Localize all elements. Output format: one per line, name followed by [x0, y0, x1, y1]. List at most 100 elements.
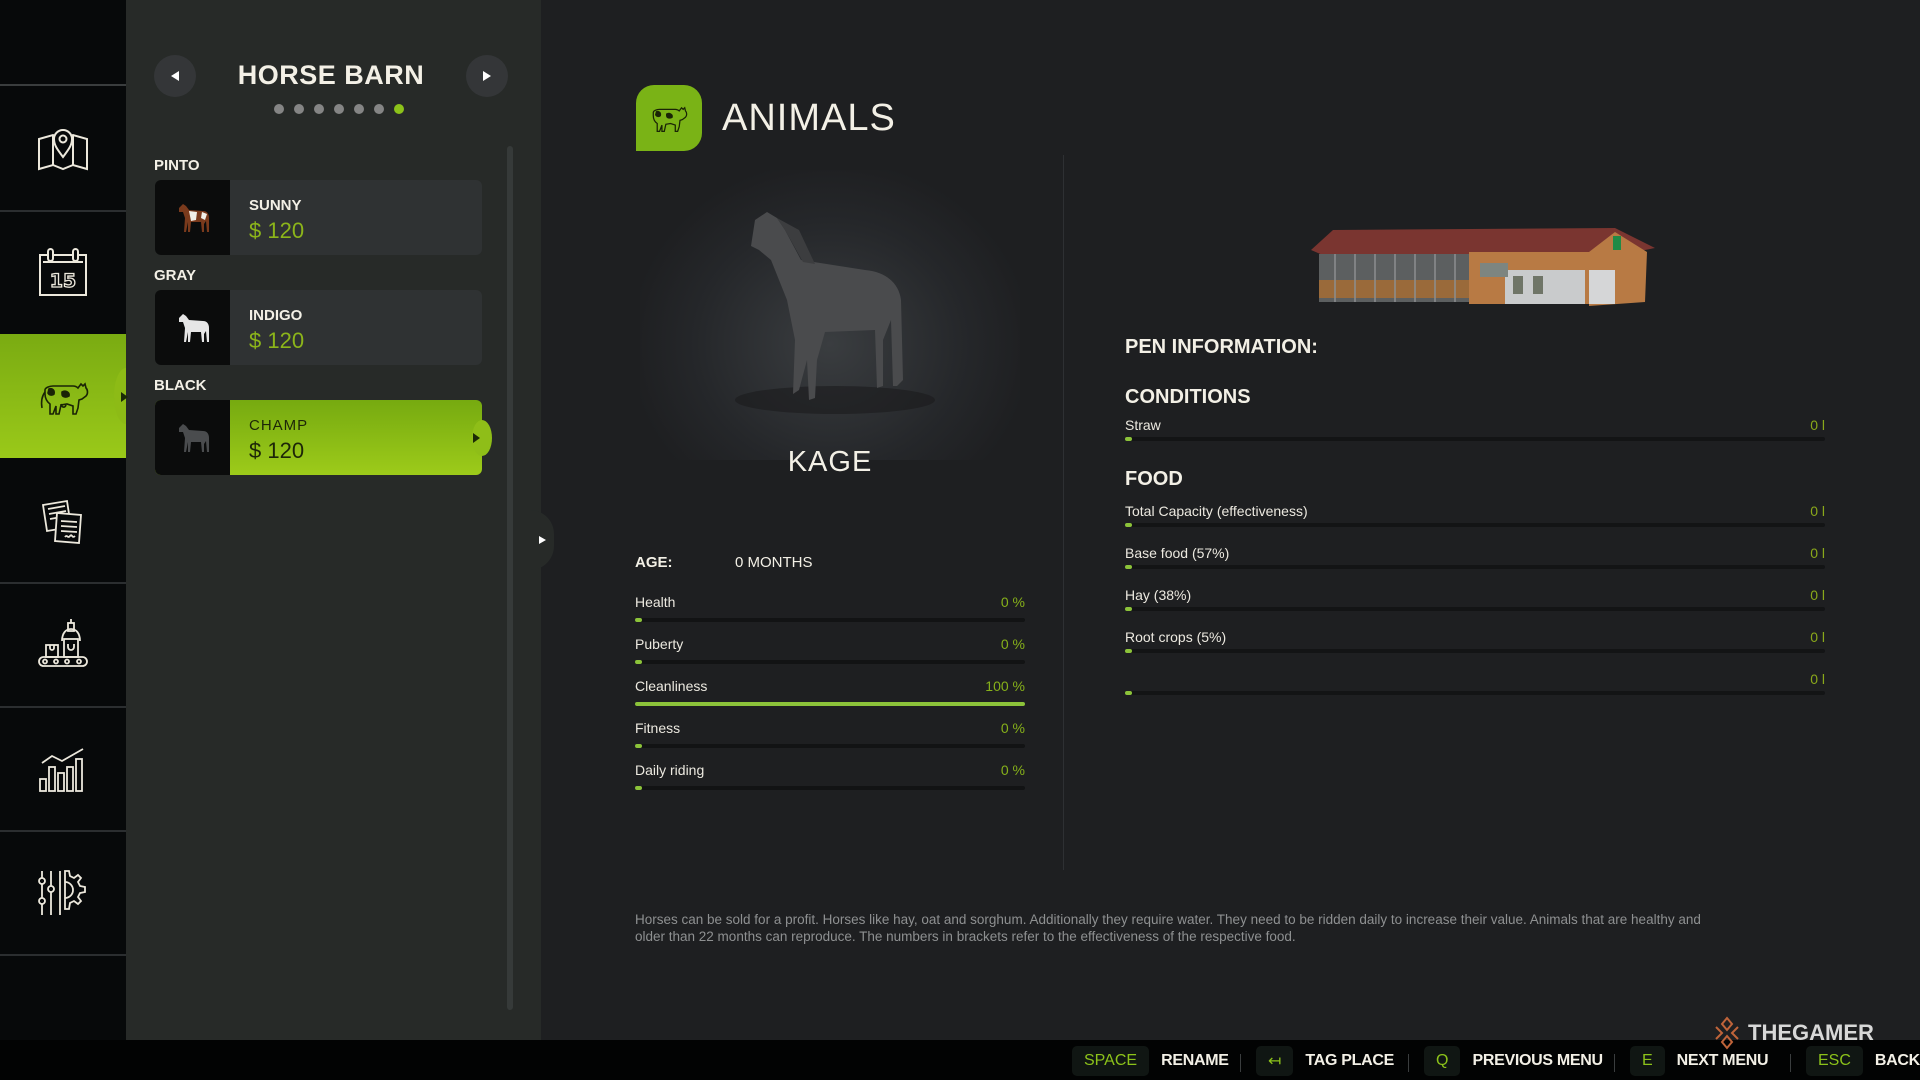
- stat-label: Puberty: [635, 636, 684, 652]
- animal-name: CHAMP: [249, 417, 309, 434]
- animal-price: $ 120: [249, 328, 305, 353]
- nav-item-animals[interactable]: [0, 334, 138, 458]
- nav-item-map[interactable]: [0, 88, 126, 212]
- pen-value: 0 l: [1810, 503, 1825, 519]
- pen-progress-fill: [1125, 523, 1132, 527]
- hint-separator: [1790, 1054, 1791, 1072]
- animal-thumbnail: [155, 290, 230, 365]
- stat-value: 0 %: [1000, 636, 1025, 652]
- stat-value: 0 %: [1000, 762, 1025, 778]
- key-badge[interactable]: Q: [1424, 1046, 1461, 1076]
- stat-row: Puberty 0 %: [635, 636, 1025, 676]
- pen-value: 0 l: [1810, 417, 1825, 433]
- animal-price: $ 120: [249, 218, 305, 243]
- stat-progress-fill: [635, 702, 1025, 706]
- statistics-icon: [39, 748, 84, 792]
- svg-text:15: 15: [50, 270, 76, 292]
- page-dot[interactable]: [353, 104, 364, 114]
- hint-back[interactable]: ESC BACK: [1806, 1046, 1920, 1076]
- animal-card-champ[interactable]: CHAMP $ 120: [155, 400, 492, 475]
- barn-image: [1311, 228, 1655, 306]
- next-barn-button[interactable]: [466, 55, 508, 97]
- pen-information-title: PEN INFORMATION:: [1125, 336, 1318, 358]
- group-label-black: BLACK: [154, 377, 207, 394]
- pen-row: Base food (57%) 0 l: [1125, 545, 1825, 585]
- pen-label: Root crops (5%): [1125, 629, 1227, 645]
- hint-rename[interactable]: SPACE RENAME: [1072, 1046, 1229, 1076]
- page-dot[interactable]: [273, 104, 284, 114]
- animal-name: SUNNY: [249, 197, 302, 214]
- pen-progress-bar: [1125, 691, 1825, 695]
- stat-progress-fill: [635, 618, 642, 622]
- stat-progress-fill: [635, 786, 642, 790]
- stat-row: Health 0 %: [635, 594, 1025, 634]
- animal-name-heading[interactable]: KAGE: [640, 446, 1020, 479]
- pen-progress-fill: [1125, 691, 1132, 695]
- pen-progress-fill: [1125, 565, 1132, 569]
- stat-value: 0 %: [1000, 720, 1025, 736]
- list-scrollbar[interactable]: [507, 146, 513, 1010]
- nav-item-calendar[interactable]: 15: [0, 212, 126, 336]
- animal-card-sunny[interactable]: SUNNY $ 120: [155, 180, 482, 255]
- stat-progress-bar: [635, 660, 1025, 664]
- key-badge[interactable]: ESC: [1806, 1046, 1863, 1076]
- column-divider: [1063, 155, 1064, 870]
- animal-card-indigo[interactable]: INDIGO $ 120: [155, 290, 482, 365]
- barn-header: HORSE BARN: [126, 52, 541, 112]
- production-icon: [38, 619, 88, 667]
- pen-row: Total Capacity (effectiveness) 0 l: [1125, 503, 1825, 543]
- animal-3d-preview[interactable]: [640, 170, 1020, 460]
- active-pointer-icon: [121, 392, 128, 402]
- page-dot[interactable]: [373, 104, 384, 114]
- pinto-horse-icon: [178, 203, 209, 232]
- stat-value: 0 %: [1000, 594, 1025, 610]
- gray-horse-icon: [178, 313, 209, 342]
- nav-top-spacer: [0, 0, 126, 86]
- page-dot[interactable]: [313, 104, 324, 114]
- horse-model-icon: [735, 212, 935, 414]
- chevron-left-icon: [171, 71, 179, 81]
- key-badge[interactable]: ↤: [1256, 1046, 1294, 1076]
- nav-item-contracts[interactable]: [0, 460, 126, 584]
- pen-progress-fill: [1125, 607, 1132, 611]
- page-dot[interactable]: [393, 104, 404, 114]
- nav-item-production[interactable]: [0, 584, 126, 708]
- nav-item-settings[interactable]: [0, 832, 126, 956]
- black-horse-icon: [178, 423, 209, 452]
- key-badge[interactable]: E: [1630, 1046, 1665, 1076]
- hint-action[interactable]: BACK: [1875, 1052, 1920, 1070]
- pen-progress-bar: [1125, 607, 1825, 611]
- hint-separator: [1240, 1054, 1241, 1072]
- stat-label: Fitness: [635, 720, 681, 736]
- input-hints-bar: SPACE RENAME ↤ TAG PLACE Q PREVIOUS MENU E NEXT…: [0, 1040, 1920, 1080]
- selected-pointer-icon: [473, 433, 480, 443]
- pen-label: Total Capacity (effectiveness): [1125, 503, 1308, 519]
- pen-row: Root crops (5%) 0 l: [1125, 629, 1825, 669]
- hint-action[interactable]: RENAME: [1161, 1052, 1229, 1070]
- hint-next-menu[interactable]: E NEXT MENU: [1630, 1046, 1769, 1076]
- key-badge[interactable]: SPACE: [1072, 1046, 1150, 1076]
- hint-action[interactable]: NEXT MENU: [1677, 1052, 1769, 1070]
- page-dot[interactable]: [333, 104, 344, 114]
- pen-label: Hay (38%): [1125, 587, 1192, 603]
- watermark-logo-icon: [1715, 1016, 1739, 1050]
- pen-row: Hay (38%) 0 l: [1125, 587, 1825, 627]
- hint-tag-place[interactable]: ↤ TAG PLACE: [1256, 1046, 1394, 1076]
- hint-action[interactable]: TAG PLACE: [1305, 1052, 1394, 1070]
- hint-previous-menu[interactable]: Q PREVIOUS MENU: [1424, 1046, 1603, 1076]
- pen-progress-bar: [1125, 437, 1825, 441]
- pen-value: 0 l: [1810, 545, 1825, 561]
- pen-row: Straw 0 l: [1125, 417, 1825, 457]
- stat-row: Daily riding 0 %: [635, 762, 1025, 802]
- animal-thumbnail: [155, 400, 230, 475]
- group-label-gray: GRAY: [154, 267, 196, 284]
- chevron-right-icon: [483, 71, 491, 81]
- previous-barn-button[interactable]: [154, 55, 196, 97]
- page-dot[interactable]: [293, 104, 304, 114]
- stat-progress-bar: [635, 786, 1025, 790]
- cow-icon: [652, 106, 688, 132]
- pen-value: 0 l: [1810, 587, 1825, 603]
- pen-label: Straw: [1125, 417, 1161, 433]
- hint-action[interactable]: PREVIOUS MENU: [1472, 1052, 1603, 1070]
- nav-item-statistics[interactable]: [0, 708, 126, 832]
